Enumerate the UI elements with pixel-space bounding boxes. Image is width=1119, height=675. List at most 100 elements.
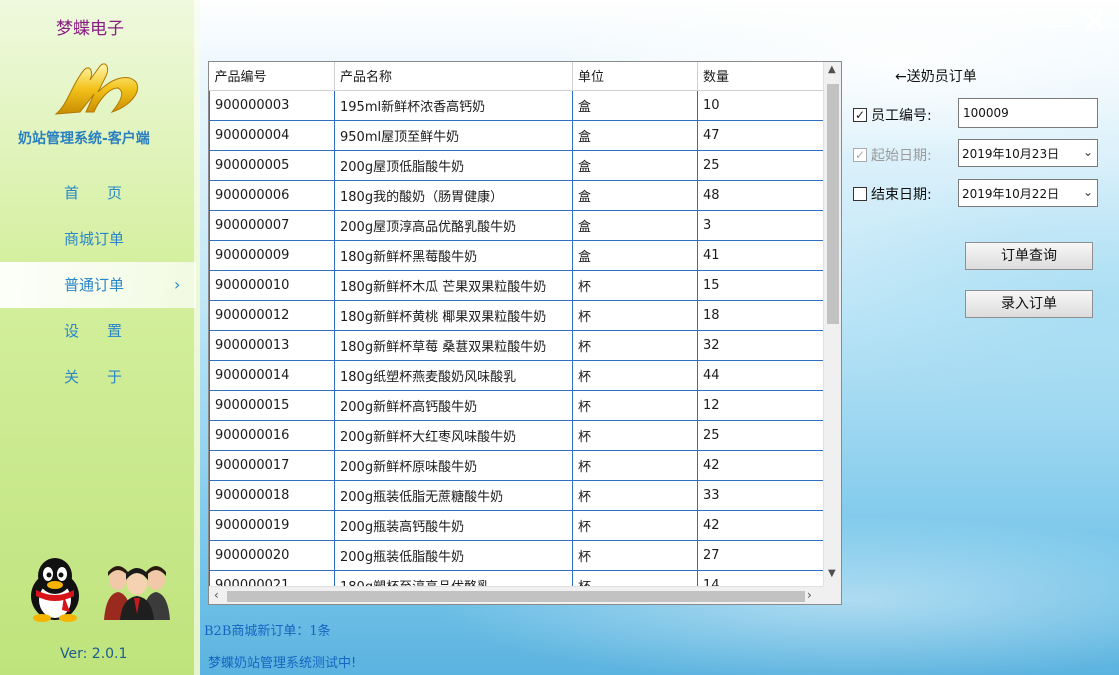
table-cell: 33	[697, 479, 824, 511]
order-query-button[interactable]: 订单查询	[965, 242, 1093, 270]
sidebar: 梦蝶电子 奶站管理系统-客户端 首页 商城订单 普通订单 › 设置 关于 Ver…	[0, 0, 200, 675]
column-header[interactable]: 产品名称	[334, 62, 573, 91]
sidebar-item-label: 普通订单	[64, 276, 125, 294]
table-cell: 900000020	[209, 539, 335, 571]
sidebar-item-label: 关于	[64, 368, 151, 386]
scroll-left-icon[interactable]: ‹	[214, 588, 219, 602]
b2b-status: B2B商城新订单：1条	[204, 624, 331, 639]
sidebar-item-about[interactable]: 关于	[0, 354, 196, 400]
employee-checkbox[interactable]: ✓ 员工编号:	[853, 101, 932, 129]
employee-id-input[interactable]	[958, 98, 1098, 128]
table-row[interactable]: 900000012 180g新鲜杯黄桃 椰果双果粒酸牛奶杯 18	[209, 299, 824, 331]
table-cell: 180g新鲜杯木瓜 芒果双果粒酸牛奶	[334, 269, 573, 301]
orders-table[interactable]: 产品编号 产品名称 单位 数量 900000003 195ml新鲜杯浓香高钙奶盒 1…	[208, 61, 842, 605]
scroll-up-icon[interactable]: ▲	[828, 64, 836, 75]
table-row[interactable]: 900000013 180g新鲜杯草莓 桑葚双果粒酸牛奶杯 32	[209, 329, 824, 361]
column-header[interactable]: 单位	[572, 62, 698, 91]
testing-status: 梦蝶奶站管理系统测试中!	[208, 656, 357, 671]
table-cell: 900000010	[209, 269, 335, 301]
table-cell: 200g新鲜杯大红枣风味酸牛奶	[334, 419, 573, 451]
order-entry-button[interactable]: 录入订单	[965, 290, 1093, 318]
chevron-down-icon[interactable]: ⌄	[1083, 185, 1093, 199]
minimize-icon[interactable]: —	[1048, 12, 1074, 38]
panel-title: ←送奶员订单	[895, 69, 977, 85]
chevron-right-icon: ›	[174, 275, 181, 294]
table-cell: 900000012	[209, 299, 335, 331]
table-cell: 42	[697, 509, 824, 541]
table-row[interactable]: 900000016 200g新鲜杯大红枣风味酸牛奶杯 25	[209, 419, 824, 451]
table-cell: 900000019	[209, 509, 335, 541]
start-date-picker[interactable]: 2019年10月23日 ⌄	[958, 139, 1098, 167]
scroll-right-icon[interactable]: ›	[807, 588, 812, 602]
table-cell: 杯	[572, 389, 698, 421]
table-cell: 盒	[572, 89, 698, 121]
table-row[interactable]: 900000009 180g新鲜杯黑莓酸牛奶盒 41	[209, 239, 824, 271]
table-cell: 10	[697, 89, 824, 121]
table-row[interactable]: 900000018 200g瓶装低脂无蔗糖酸牛奶杯 33	[209, 479, 824, 511]
table-cell: 杯	[572, 509, 698, 541]
horizontal-scrollbar[interactable]: ‹ ›	[209, 586, 823, 604]
table-cell: 200g瓶装低脂酸牛奶	[334, 539, 573, 571]
start-date-checkbox: ✓ 起始日期:	[853, 141, 932, 169]
table-cell: 900000009	[209, 239, 335, 271]
app-logo-icon	[54, 63, 138, 115]
table-cell: 950ml屋顶至鲜牛奶	[334, 119, 573, 151]
brand-name: 梦蝶电子	[56, 19, 124, 39]
end-date-picker[interactable]: 2019年10月22日 ⌄	[958, 179, 1098, 207]
table-row[interactable]: 900000020 200g瓶装低脂酸牛奶杯 27	[209, 539, 824, 571]
table-cell: 48	[697, 179, 824, 211]
table-cell: 盒	[572, 239, 698, 271]
table-cell: 900000013	[209, 329, 335, 361]
table-row[interactable]: 900000005 200g屋顶低脂酸牛奶盒 25	[209, 149, 824, 181]
table-cell: 900000007	[209, 209, 335, 241]
checkbox-checked-icon[interactable]: ✓	[853, 108, 867, 122]
table-cell: 杯	[572, 479, 698, 511]
table-cell: 180g新鲜杯草莓 桑葚双果粒酸牛奶	[334, 329, 573, 361]
table-cell: 44	[697, 359, 824, 391]
sidebar-item-label: 商城订单	[64, 230, 125, 248]
table-row[interactable]: 900000004 950ml屋顶至鲜牛奶盒 47	[209, 119, 824, 151]
table-cell: 32	[697, 329, 824, 361]
table-row[interactable]: 900000015 200g新鲜杯高钙酸牛奶杯 12	[209, 389, 824, 421]
close-icon[interactable]: ✕	[1082, 8, 1107, 38]
horizontal-scroll-thumb[interactable]	[227, 591, 805, 602]
end-date-checkbox[interactable]: 结束日期:	[853, 180, 932, 208]
sidebar-item-regular-orders[interactable]: 普通订单 ›	[0, 262, 196, 308]
table-cell: 杯	[572, 299, 698, 331]
table-cell: 12	[697, 389, 824, 421]
table-cell: 900000003	[209, 89, 335, 121]
table-cell: 200g屋顶低脂酸牛奶	[334, 149, 573, 181]
sidebar-item-home[interactable]: 首页	[0, 170, 196, 216]
scrollbar-corner	[823, 586, 841, 604]
sidebar-item-mall-orders[interactable]: 商城订单	[0, 216, 196, 262]
vertical-scroll-thumb[interactable]	[827, 84, 839, 324]
qq-penguin-icon[interactable]	[24, 556, 86, 622]
table-cell: 180g新鲜杯黑莓酸牛奶	[334, 239, 573, 271]
table-row[interactable]: 900000019 200g瓶装高钙酸牛奶杯 42	[209, 509, 824, 541]
sidebar-item-settings[interactable]: 设置	[0, 308, 196, 354]
table-cell: 杯	[572, 449, 698, 481]
table-cell: 900000016	[209, 419, 335, 451]
table-row[interactable]: 900000006 180g我的酸奶（肠胃健康）盒 48	[209, 179, 824, 211]
table-cell: 180g新鲜杯黄桃 椰果双果粒酸牛奶	[334, 299, 573, 331]
chevron-down-icon[interactable]: ⌄	[1083, 145, 1093, 159]
scroll-down-icon[interactable]: ▼	[828, 568, 836, 579]
table-cell: 47	[697, 119, 824, 151]
table-cell: 900000005	[209, 149, 335, 181]
table-cell: 200g新鲜杯原味酸牛奶	[334, 449, 573, 481]
table-cell: 27	[697, 539, 824, 571]
table-cell: 25	[697, 419, 824, 451]
table-cell: 900000015	[209, 389, 335, 421]
table-row[interactable]: 900000017 200g新鲜杯原味酸牛奶杯 42	[209, 449, 824, 481]
users-group-icon[interactable]	[104, 556, 170, 620]
table-row[interactable]: 900000003 195ml新鲜杯浓香高钙奶盒 10	[209, 89, 824, 121]
table-row[interactable]: 900000014 180g纸塑杯燕麦酸奶风味酸乳杯 44	[209, 359, 824, 391]
table-row[interactable]: 900000010 180g新鲜杯木瓜 芒果双果粒酸牛奶杯 15	[209, 269, 824, 301]
table-row[interactable]: 900000007 200g屋顶淳高品优酪乳酸牛奶盒 3	[209, 209, 824, 241]
end-date-value: 2019年10月22日	[962, 186, 1060, 201]
column-header[interactable]: 产品编号	[209, 62, 335, 91]
column-header[interactable]: 数量	[697, 62, 824, 91]
sidebar-nav: 首页 商城订单 普通订单 › 设置 关于	[0, 170, 196, 400]
checkbox-unchecked-icon[interactable]	[853, 187, 867, 201]
vertical-scrollbar[interactable]: ▲ ▼	[823, 62, 841, 586]
